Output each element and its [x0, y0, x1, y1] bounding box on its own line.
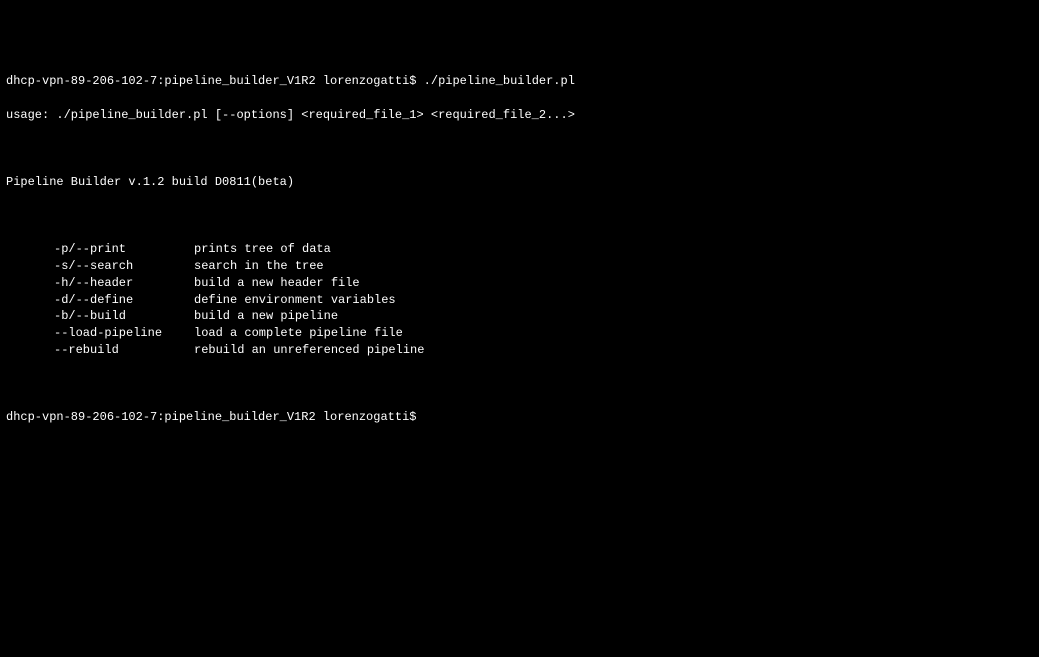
usage-line: usage: ./pipeline_builder.pl [--options]… [6, 107, 1033, 124]
option-description: build a new header file [194, 275, 360, 292]
terminal-line-prompt[interactable]: dhcp-vpn-89-206-102-7:pipeline_builder_V… [6, 409, 1033, 426]
option-flag: -s/--search [54, 258, 194, 275]
option-flag: -d/--define [54, 292, 194, 309]
option-flag: --rebuild [54, 342, 194, 359]
option-line: --rebuildrebuild an unreferenced pipelin… [6, 342, 1033, 359]
option-flag: -h/--header [54, 275, 194, 292]
option-line: -h/--headerbuild a new header file [6, 275, 1033, 292]
option-line: -b/--buildbuild a new pipeline [6, 308, 1033, 325]
option-flag: -b/--build [54, 308, 194, 325]
option-line: -p/--printprints tree of data [6, 241, 1033, 258]
option-description: search in the tree [194, 258, 324, 275]
option-flag: -p/--print [54, 241, 194, 258]
blank-line-2 [6, 208, 1033, 225]
option-flag: --load-pipeline [54, 325, 194, 342]
options-list: -p/--printprints tree of data-s/--search… [6, 241, 1033, 359]
option-description: define environment variables [194, 292, 396, 309]
option-description: load a complete pipeline file [194, 325, 403, 342]
option-description: rebuild an unreferenced pipeline [194, 342, 424, 359]
entered-command: ./pipeline_builder.pl [424, 74, 575, 88]
shell-prompt-1: dhcp-vpn-89-206-102-7:pipeline_builder_V… [6, 74, 424, 88]
option-description: prints tree of data [194, 241, 331, 258]
program-title: Pipeline Builder v.1.2 build D0811(beta) [6, 174, 1033, 191]
option-line: --load-pipelineload a complete pipeline … [6, 325, 1033, 342]
blank-line-1 [6, 140, 1033, 157]
blank-line-3 [6, 376, 1033, 393]
option-line: -s/--searchsearch in the tree [6, 258, 1033, 275]
terminal-line-1: dhcp-vpn-89-206-102-7:pipeline_builder_V… [6, 73, 1033, 90]
option-line: -d/--definedefine environment variables [6, 292, 1033, 309]
option-description: build a new pipeline [194, 308, 338, 325]
shell-prompt-2: dhcp-vpn-89-206-102-7:pipeline_builder_V… [6, 410, 424, 424]
